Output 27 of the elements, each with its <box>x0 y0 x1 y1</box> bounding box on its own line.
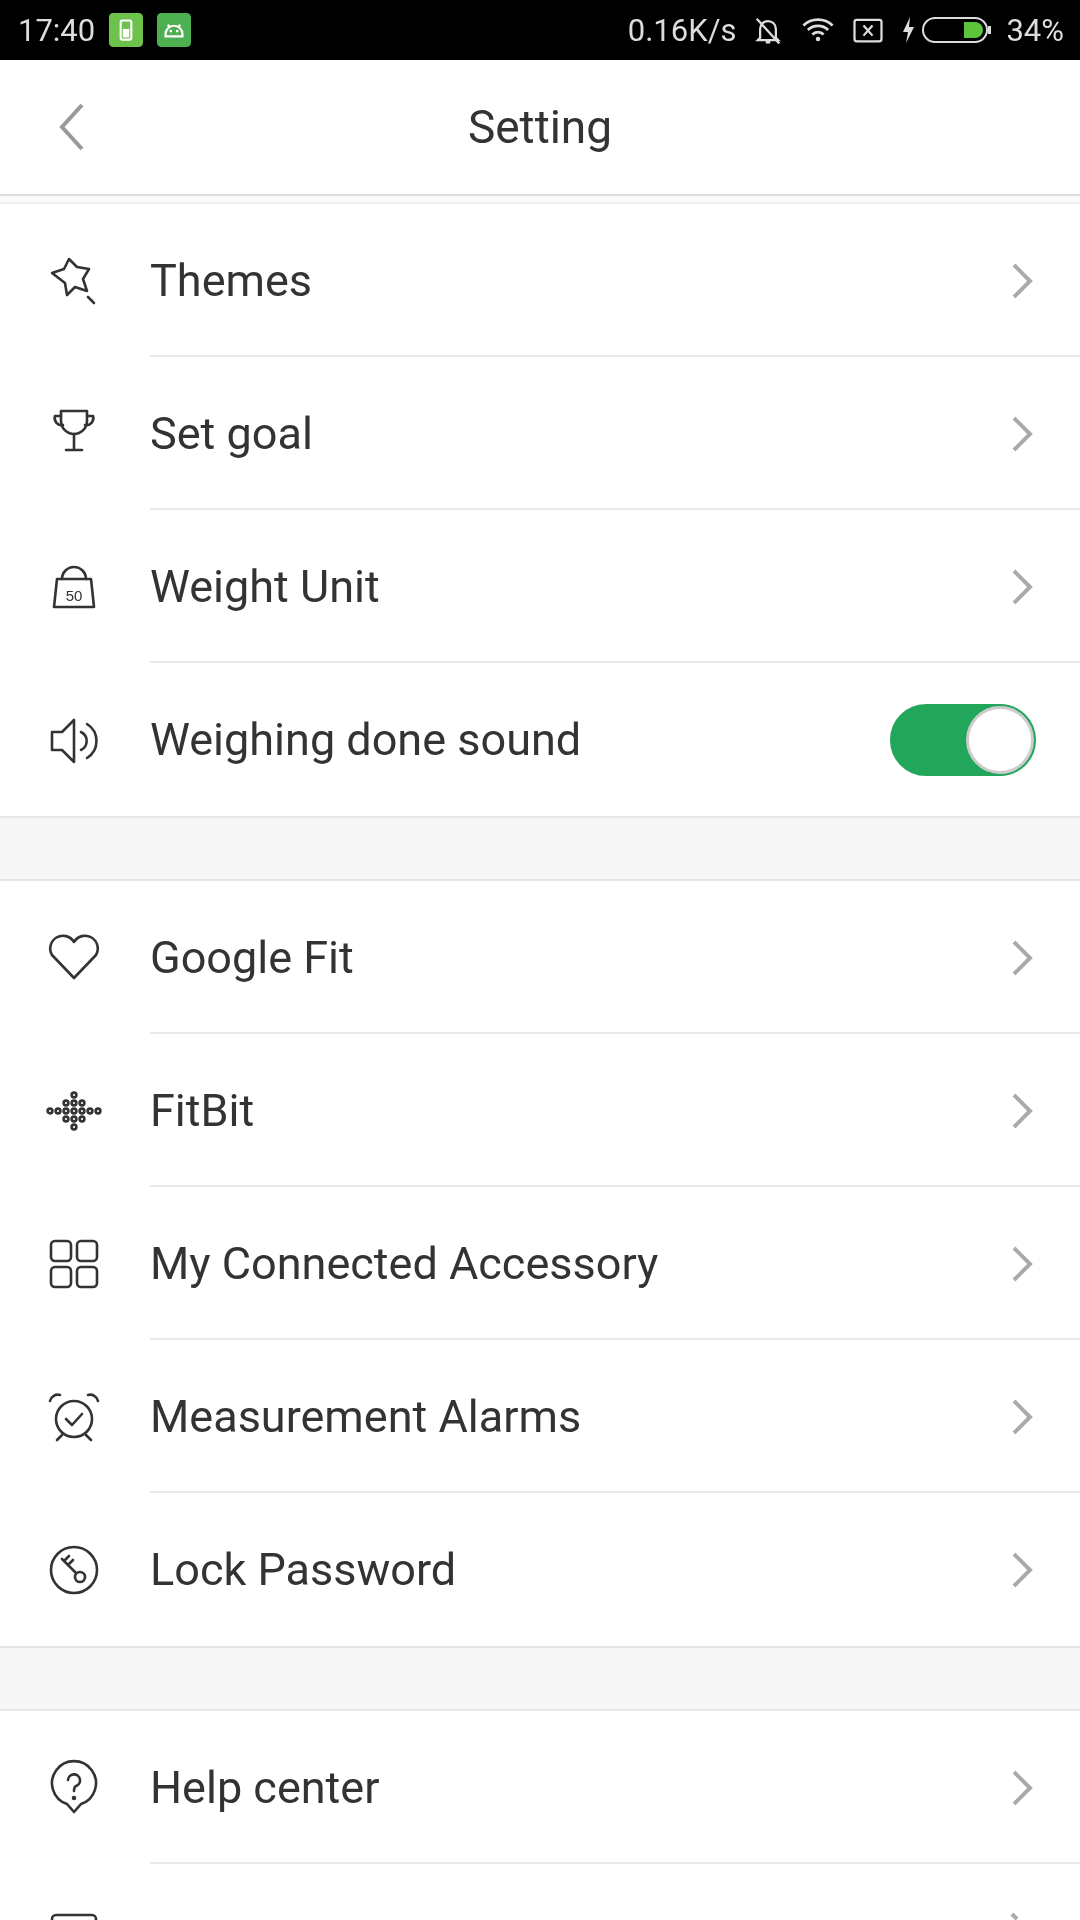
settings-row[interactable]: 50 Weight Unit <box>0 510 1080 663</box>
battery-app-icon <box>109 13 144 47</box>
settings-row[interactable]: Weighing done sound <box>0 663 1080 816</box>
settings-row[interactable]: Lock Password <box>0 1493 1080 1646</box>
row-label: Help center <box>150 1761 380 1814</box>
clock: 17:40 <box>18 11 96 49</box>
row-label: Weighing done sound <box>150 713 582 766</box>
settings-row[interactable]: Measurement Alarms <box>0 1340 1080 1493</box>
row-label: Measurement Alarms <box>150 1390 582 1443</box>
settings-row[interactable]: FitBit <box>0 1034 1080 1187</box>
settings-row[interactable]: My Connected Accessory <box>0 1187 1080 1340</box>
settings-row[interactable]: Themes <box>0 204 1080 357</box>
row-label: Lock Password <box>150 1543 457 1596</box>
row-label: Themes <box>150 254 313 307</box>
android-app-icon <box>157 13 192 47</box>
row-label: Set goal <box>150 407 313 460</box>
battery-percent: 34% <box>1006 11 1064 49</box>
row-label: My Connected Accessory <box>150 1237 659 1290</box>
page-title: Setting <box>467 100 613 154</box>
network-speed: 0.16K/s <box>627 11 737 49</box>
row-label: Weight Unit <box>150 560 380 613</box>
settings-row[interactable]: Set goal <box>0 357 1080 510</box>
row-label: Google Fit <box>150 931 354 984</box>
settings-row[interactable]: Help center <box>0 1711 1080 1864</box>
row-label: FitBit <box>150 1084 255 1137</box>
battery-icon <box>922 15 993 45</box>
settings-row[interactable]: Google Fit <box>0 881 1080 1034</box>
